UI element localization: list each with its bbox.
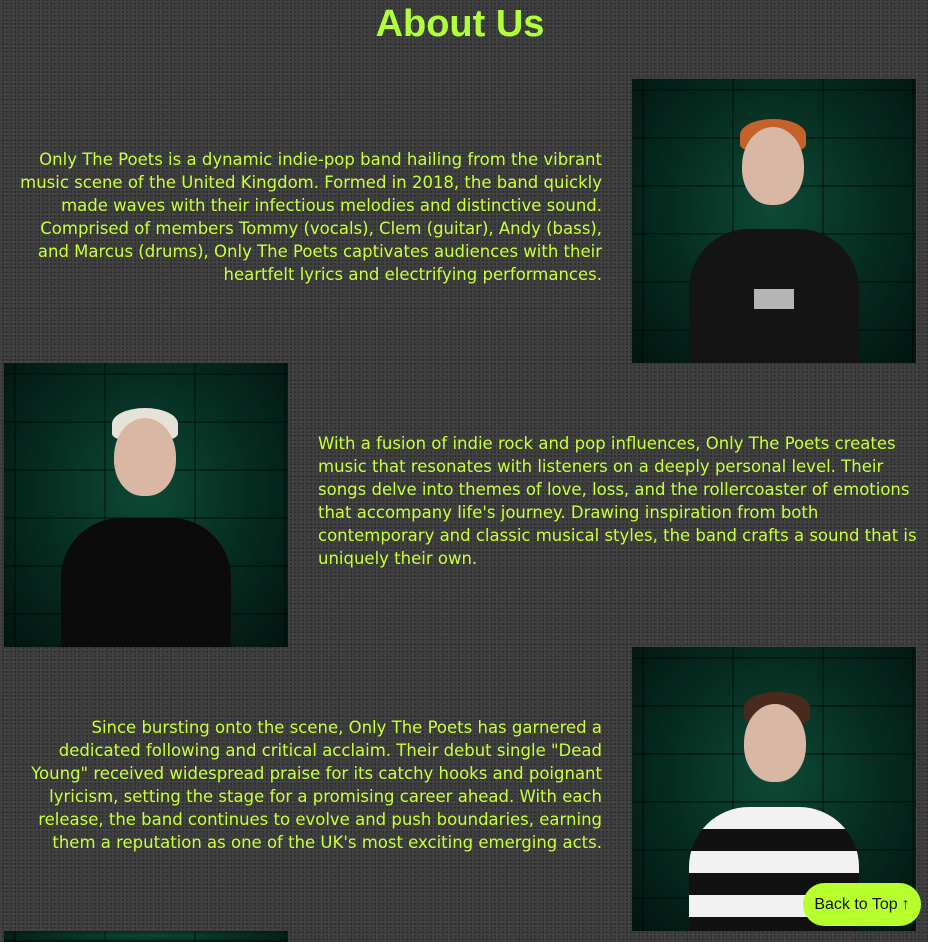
band-member-photo-2 [4, 363, 288, 647]
back-to-top-button[interactable]: Back to Top ↑ [803, 883, 921, 926]
arrow-up-icon: ↑ [901, 895, 910, 913]
section-1-text: Only The Poets is a dynamic indie-pop ba… [20, 150, 602, 284]
section-3-text: Since bursting onto the scene, Only The … [31, 718, 602, 852]
band-member-photo-1 [632, 79, 916, 363]
band-member-photo-4 [4, 931, 288, 942]
back-to-top-label: Back to Top [814, 895, 898, 913]
page-title: About Us [375, 3, 545, 45]
section-2-text: With a fusion of indie rock and pop infl… [318, 434, 917, 568]
